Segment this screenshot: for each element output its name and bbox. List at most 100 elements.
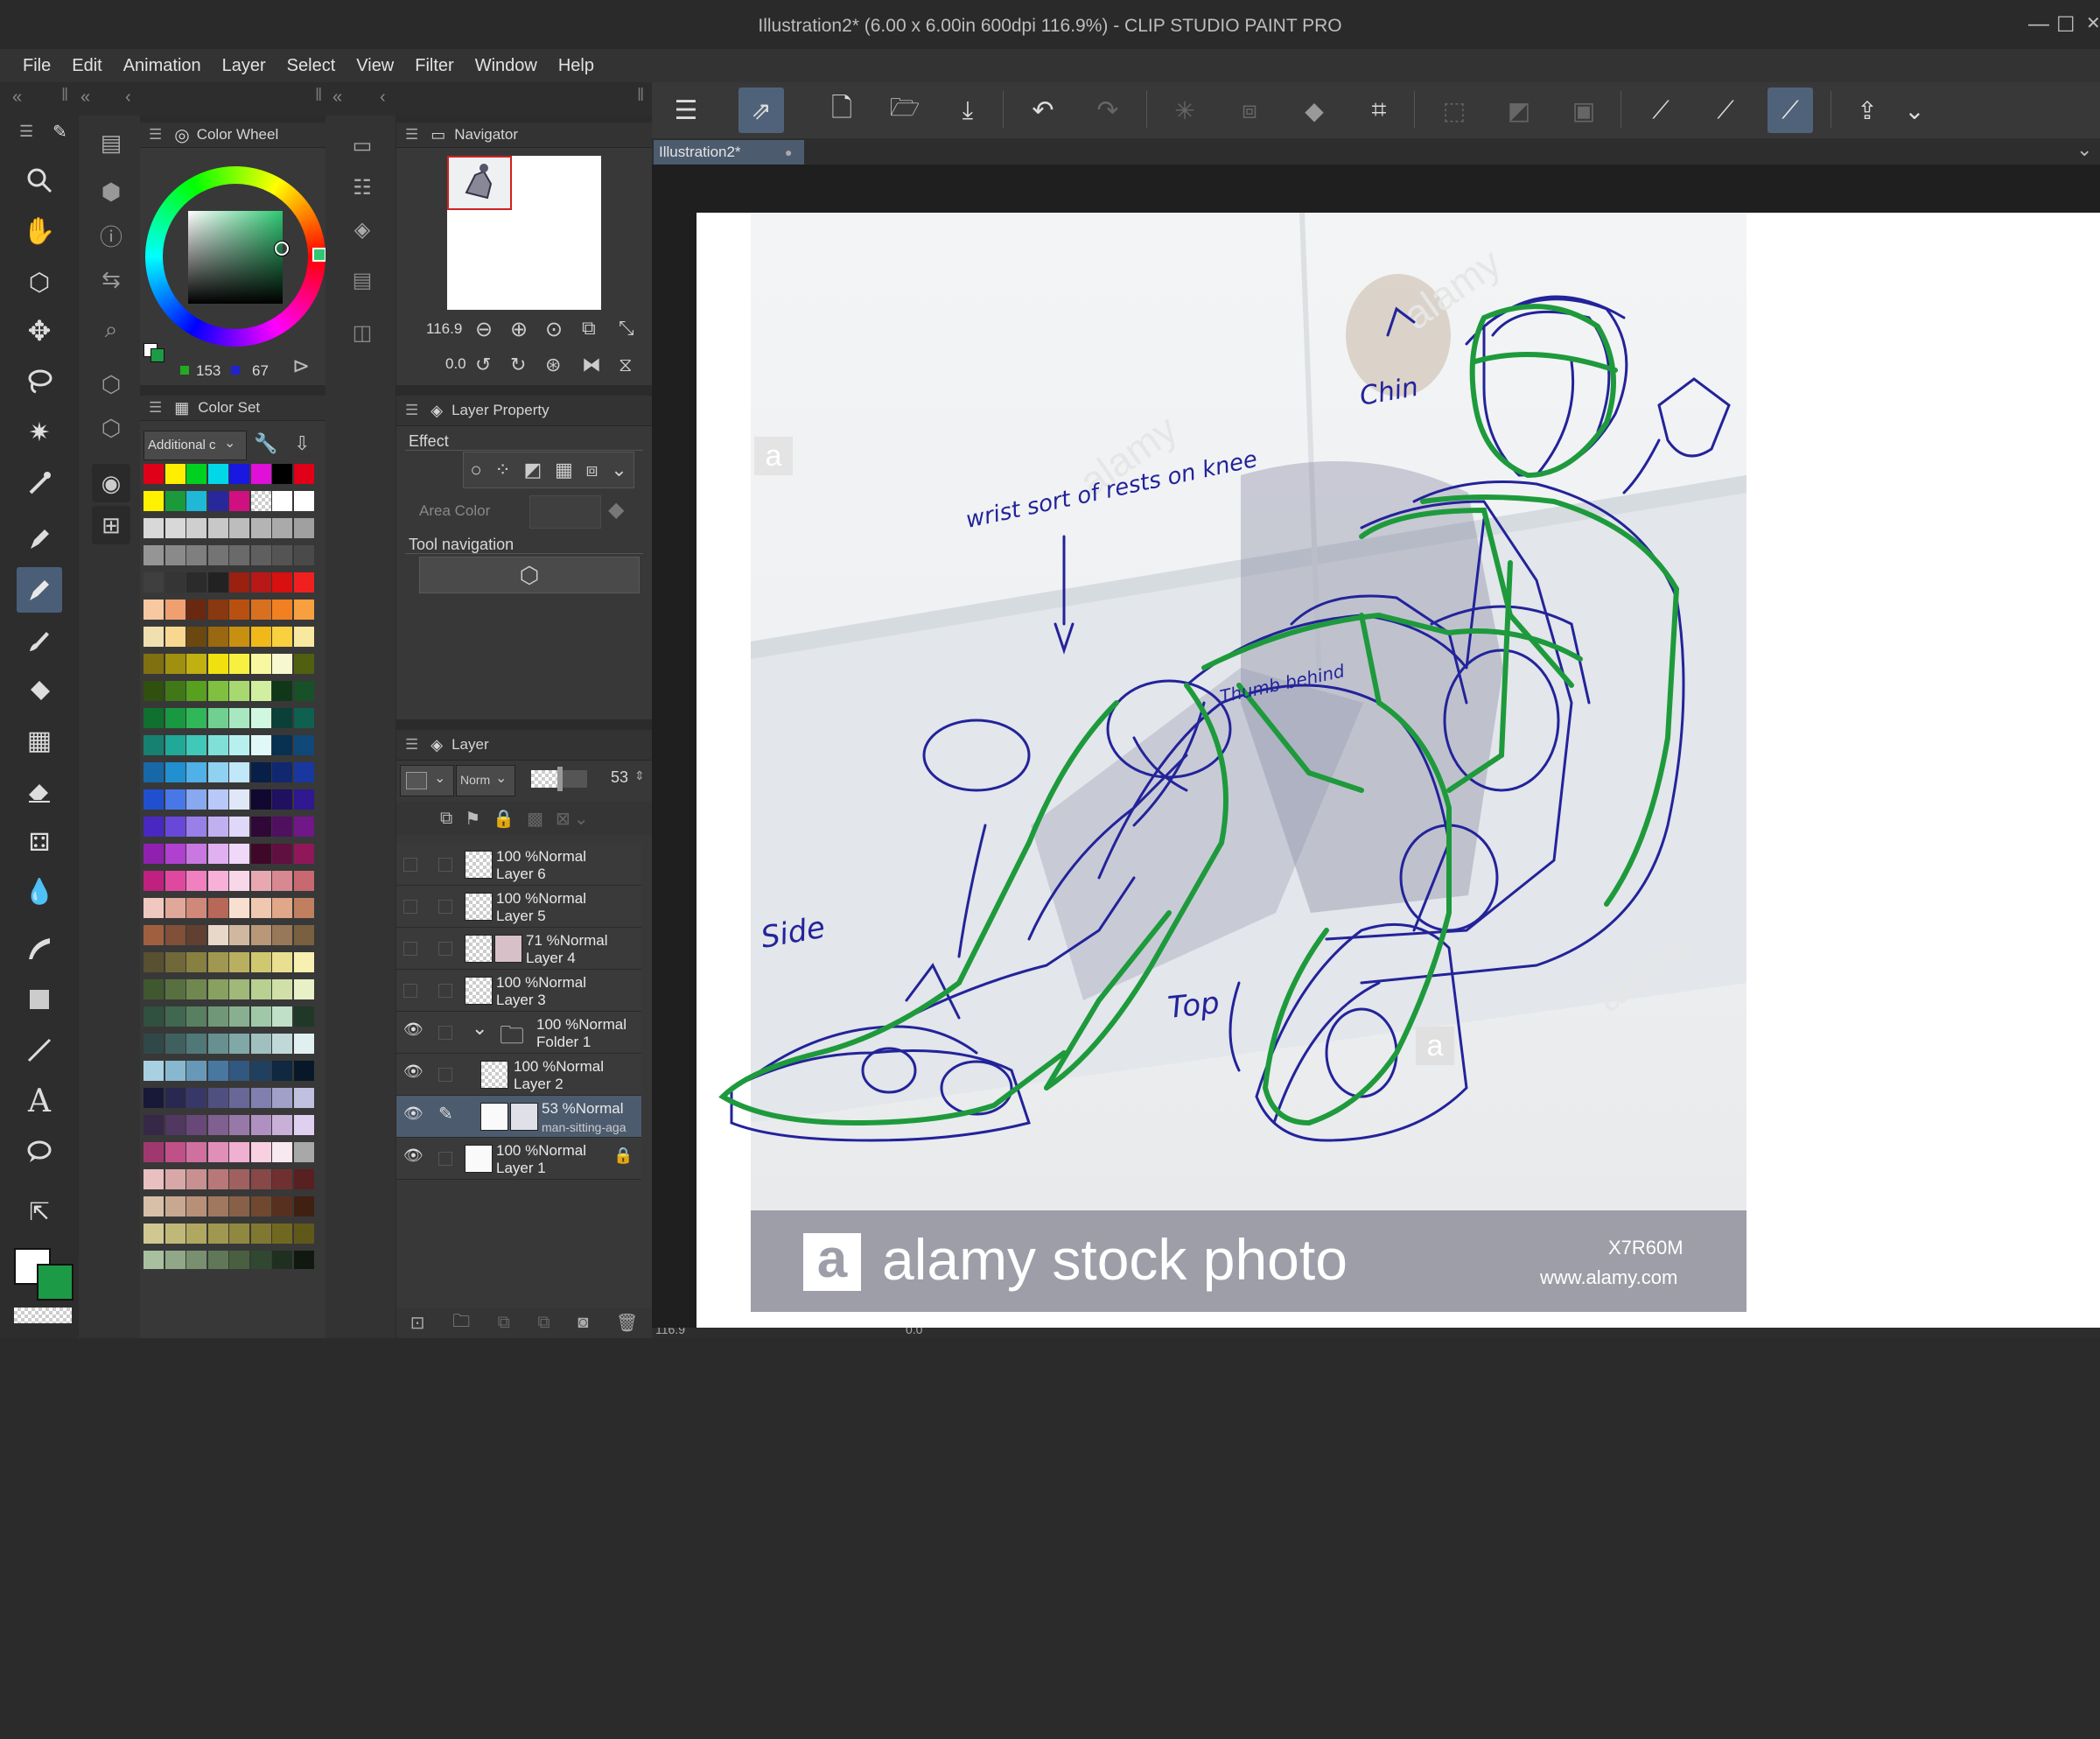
color-swatch[interactable] xyxy=(164,681,186,701)
color-swatch[interactable] xyxy=(229,1115,249,1135)
color-swatch[interactable] xyxy=(229,898,249,918)
color-swatch[interactable] xyxy=(164,898,186,918)
texture-icon[interactable]: ▦ xyxy=(555,459,573,481)
eye-icon[interactable]: 👁 xyxy=(403,1146,424,1165)
color-swatch[interactable] xyxy=(229,1061,249,1081)
color-swatch[interactable] xyxy=(207,1169,228,1189)
color-swatch[interactable] xyxy=(272,952,292,972)
mask-layer-icon[interactable]: ◙ xyxy=(578,1313,588,1333)
color-swatch[interactable] xyxy=(164,735,186,755)
collapse-colors-icon[interactable]: « xyxy=(80,88,90,108)
color-swatch[interactable] xyxy=(250,844,271,864)
color-swatch[interactable] xyxy=(250,735,271,755)
color-swatch[interactable] xyxy=(272,789,292,810)
color-swatch[interactable] xyxy=(144,952,164,972)
color-swatch[interactable] xyxy=(186,1006,206,1027)
color-swatch[interactable] xyxy=(207,1061,228,1081)
color-swatch[interactable] xyxy=(229,491,249,511)
transparent-color[interactable] xyxy=(14,1308,72,1323)
color-swatch[interactable] xyxy=(272,762,292,782)
color-swatch[interactable] xyxy=(164,1088,186,1108)
color-swatch[interactable] xyxy=(272,654,292,674)
color-swatch[interactable] xyxy=(207,1034,228,1054)
undo-button[interactable]: ↶ xyxy=(1020,88,1066,133)
collapse-nav-icon[interactable]: « xyxy=(332,88,342,108)
rotate-left-icon[interactable]: ↺ xyxy=(475,354,491,376)
tone-effect-icon[interactable]: ⁘ xyxy=(494,459,510,481)
color-swatch[interactable] xyxy=(207,1006,228,1027)
color-swatch[interactable] xyxy=(207,518,228,538)
color-swatch[interactable] xyxy=(293,1061,314,1081)
color-swatch[interactable] xyxy=(229,817,249,837)
color-swatch[interactable] xyxy=(164,871,186,891)
color-swatch[interactable] xyxy=(144,1115,164,1135)
color-swatch[interactable] xyxy=(229,979,249,999)
close-button[interactable]: ✕ xyxy=(2086,12,2100,34)
chevron-left-icon[interactable]: ‹ xyxy=(125,88,131,108)
color-swatch[interactable] xyxy=(164,518,186,538)
color-swatch[interactable] xyxy=(272,817,292,837)
color-swatch[interactable] xyxy=(207,844,228,864)
color-swatch[interactable] xyxy=(144,1251,164,1269)
color-swatch[interactable] xyxy=(272,708,292,728)
color-swatch[interactable] xyxy=(207,572,228,593)
color-swatch[interactable] xyxy=(207,979,228,999)
play-circle-icon[interactable]: ⊳ xyxy=(292,354,310,379)
color-swatch[interactable] xyxy=(229,1088,249,1108)
balloon-tool[interactable] xyxy=(17,1129,62,1175)
flip-vertical-icon[interactable]: ⧖ xyxy=(619,354,632,376)
color-swatch[interactable] xyxy=(144,1034,164,1054)
color-swatch[interactable] xyxy=(272,925,292,945)
color-swatch[interactable] xyxy=(229,871,249,891)
export-button[interactable]: ⇪ xyxy=(1844,88,1890,133)
color-swatch[interactable] xyxy=(250,925,271,945)
color-swatch[interactable] xyxy=(207,762,228,782)
color-swatch[interactable] xyxy=(144,627,164,647)
magic-wand-tool[interactable]: ✷ xyxy=(17,410,62,455)
menu-layer[interactable]: Layer xyxy=(212,56,276,76)
color-swatch[interactable] xyxy=(229,654,249,674)
color-swatch[interactable] xyxy=(293,627,314,647)
color-swatch[interactable] xyxy=(186,952,206,972)
link-button[interactable]: ⇗ xyxy=(738,88,784,133)
color-swatch[interactable] xyxy=(144,898,164,918)
color-swatch[interactable] xyxy=(164,572,186,593)
color-swatch[interactable] xyxy=(164,979,186,999)
edit-target-box[interactable] xyxy=(438,984,452,998)
pen-tool[interactable] xyxy=(17,516,62,562)
color-swatch[interactable] xyxy=(250,952,271,972)
layer-row[interactable]: 100 %Normal Layer 5 xyxy=(396,886,641,928)
rotate-right-icon[interactable]: ↻ xyxy=(510,354,526,376)
color-swatch[interactable] xyxy=(272,1034,292,1054)
new-raster-layer-icon[interactable]: ⊡ xyxy=(410,1312,425,1334)
menu-edit[interactable]: Edit xyxy=(61,56,112,76)
blend-mode-dropdown[interactable]: Norm ⌄ xyxy=(456,765,515,796)
material-icon[interactable]: ◫ xyxy=(345,315,380,350)
color-swatch[interactable] xyxy=(186,654,206,674)
eye-icon[interactable] xyxy=(403,858,417,872)
panel-menu-icon[interactable]: ☰ xyxy=(405,736,418,754)
color-swatch[interactable] xyxy=(186,572,206,593)
color-swatch[interactable] xyxy=(164,600,186,620)
color-swatch[interactable] xyxy=(250,1196,271,1217)
color-swatch[interactable] xyxy=(293,1006,314,1027)
color-swatch[interactable] xyxy=(250,654,271,674)
color-swatch[interactable] xyxy=(229,925,249,945)
navigator-view-rect[interactable] xyxy=(447,156,512,210)
color-swatch[interactable] xyxy=(272,545,292,565)
color-swatch[interactable] xyxy=(207,1196,228,1217)
color-swatch[interactable] xyxy=(293,817,314,837)
color-swatch[interactable] xyxy=(272,572,292,593)
subtool-grid-button[interactable]: ⊞ xyxy=(92,506,130,544)
status-rotation[interactable]: 0.0 xyxy=(906,1328,922,1336)
color-swatch[interactable] xyxy=(293,681,314,701)
color-swatch[interactable] xyxy=(207,952,228,972)
color-swatch[interactable] xyxy=(250,979,271,999)
color-swatch[interactable] xyxy=(186,545,206,565)
color-swatch[interactable] xyxy=(229,844,249,864)
color-swatch[interactable] xyxy=(229,572,249,593)
color-swatch[interactable] xyxy=(272,898,292,918)
color-swatch[interactable] xyxy=(186,735,206,755)
color-swatch[interactable] xyxy=(164,545,186,565)
document-tab[interactable]: Illustration2* ● xyxy=(654,140,804,165)
